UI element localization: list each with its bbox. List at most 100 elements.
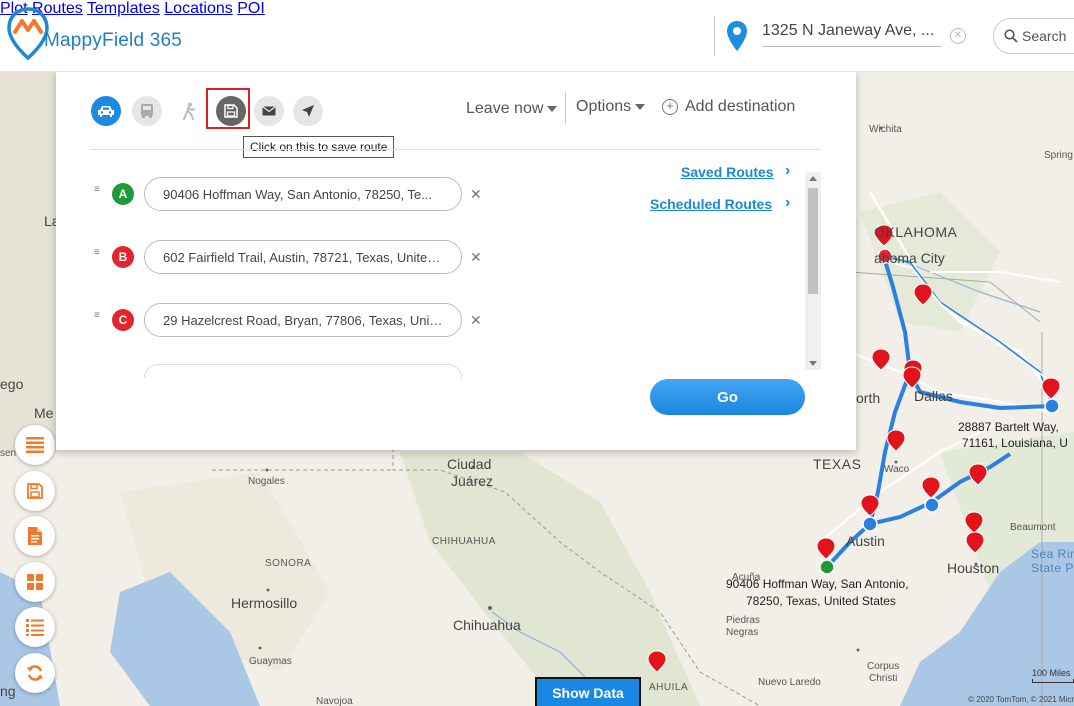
- checklist-icon: [26, 619, 44, 636]
- clear-location-icon[interactable]: ✕: [950, 28, 966, 44]
- map-scale-bar: [1032, 679, 1074, 683]
- stops-scrollbar[interactable]: [805, 172, 821, 370]
- map-label-chihuahua-state: CHIHUAHUA: [432, 536, 496, 547]
- options-label: Options: [576, 98, 632, 115]
- map-label-sonora: SONORA: [265, 558, 312, 569]
- map-label-piedras: Piedras: [726, 615, 760, 626]
- remove-stop-icon[interactable]: ✕: [470, 186, 482, 203]
- map-label-sen: sen: [0, 448, 17, 459]
- navigate-button[interactable]: [293, 96, 323, 126]
- search-icon: [1004, 29, 1018, 43]
- map-label-beaumont: Beaumont: [1010, 522, 1056, 533]
- stop-badge: C: [112, 309, 134, 331]
- map-label-juarez: Juárez: [451, 473, 494, 489]
- remove-stop-icon[interactable]: ✕: [470, 249, 482, 266]
- walk-mode-button[interactable]: [174, 96, 204, 126]
- chevron-right-icon: ›: [785, 162, 791, 179]
- map-label-ng: ng: [0, 683, 16, 699]
- map-label-ego: ego: [0, 376, 24, 392]
- map-label-corpus: Corpus: [867, 661, 900, 672]
- map-label-austin: Austin: [846, 533, 885, 549]
- nav-poi[interactable]: POI: [237, 0, 265, 17]
- checklist-button[interactable]: [15, 607, 55, 647]
- map-label-me: Me: [34, 405, 54, 421]
- stop-address-text: 29 Hazelcrest Road, Bryan, 77806, Texas,…: [163, 312, 443, 328]
- stop-row: ≡ B 602 Fairfield Trail, Austin, 78721, …: [94, 240, 482, 274]
- app-logo[interactable]: MappyField 365: [6, 6, 182, 62]
- map-credits: © 2020 TomTom, © 2021 Micr: [968, 695, 1074, 704]
- save-route-highlight: [206, 88, 250, 129]
- refresh-button[interactable]: [15, 653, 55, 693]
- map-label-fort-worth: orth: [856, 390, 881, 406]
- map-label-guaymas: Guaymas: [249, 656, 292, 667]
- car-icon: [98, 106, 114, 117]
- map-label-nuevo-laredo: Nuevo Laredo: [758, 677, 821, 688]
- options-divider: [565, 92, 566, 124]
- caret-down-icon: [635, 103, 646, 110]
- remove-stop-icon[interactable]: ✕: [470, 312, 482, 329]
- map-label-ciudad: Ciudad: [447, 456, 492, 472]
- email-route-button[interactable]: [254, 96, 284, 126]
- app-name: MappyField 365: [44, 30, 182, 51]
- map-label-sea-rim: Sea Rim: [1031, 547, 1074, 561]
- map-label-san-antonio-address-1: 90406 Hoffman Way, San Antonio,: [726, 577, 909, 591]
- search-input[interactable]: Search: [993, 18, 1074, 54]
- map-label-hermosillo: Hermosillo: [231, 595, 298, 611]
- walking-person-icon: [183, 102, 195, 120]
- stop-address-text: 602 Fairfield Trail, Austin, 78721, Texa…: [163, 249, 443, 265]
- map-label-coahuila: AHUILA: [649, 682, 689, 693]
- map-label-state-park: State Pa: [1031, 561, 1074, 575]
- stop-address-input[interactable]: 90406 Hoffman Way, San Antonio, 78250, T…: [144, 177, 462, 211]
- panel-divider: [90, 149, 821, 150]
- drag-handle-icon[interactable]: ≡: [94, 247, 108, 257]
- list-icon: [26, 437, 44, 453]
- grid-view-button[interactable]: [15, 562, 55, 602]
- map-label-springfield: Spring: [1044, 150, 1073, 161]
- next-stop-input-partial[interactable]: [144, 364, 462, 378]
- drag-handle-icon[interactable]: ≡: [94, 184, 108, 194]
- map-label-shreveport-address-1: 28887 Bartelt Way,: [958, 420, 1059, 434]
- top-bar: MappyField 365 Plot Routes Templates Loc…: [0, 0, 1074, 72]
- save-route-tooltip: Click on this to save route: [243, 136, 395, 158]
- save-tool-button[interactable]: [15, 471, 55, 511]
- scroll-up-arrow-icon[interactable]: [809, 176, 817, 181]
- location-input[interactable]: 1325 N Janeway Ave, ...: [762, 22, 942, 47]
- map-label-navojoa: Navojoa: [316, 696, 353, 706]
- caret-down-icon: [547, 105, 558, 112]
- map-label-nogales: Nogales: [248, 476, 285, 487]
- envelope-icon: [262, 106, 276, 116]
- saved-routes-link[interactable]: Saved Routes: [681, 164, 774, 180]
- map-scale-label: 100 Miles: [1032, 668, 1071, 678]
- list-view-button[interactable]: [15, 425, 55, 465]
- stop-address-text: 90406 Hoffman Way, San Antonio, 78250, T…: [163, 186, 433, 202]
- map-label-waco: Waco: [884, 464, 910, 475]
- stop-address-input[interactable]: 602 Fairfield Trail, Austin, 78721, Texa…: [144, 240, 462, 274]
- map-label-negras: Negras: [726, 627, 759, 638]
- map-label-oklahoma-city: ahoma City: [874, 250, 945, 266]
- scheduled-routes-link[interactable]: Scheduled Routes: [650, 196, 772, 212]
- document-button[interactable]: [15, 516, 55, 556]
- go-button[interactable]: Go: [650, 379, 805, 415]
- drag-handle-icon[interactable]: ≡: [94, 310, 108, 320]
- map-label-houston: Houston: [947, 560, 1000, 576]
- map-label-dallas: Dallas: [914, 388, 953, 404]
- transit-mode-button[interactable]: [132, 96, 162, 126]
- options-dropdown[interactable]: Options: [576, 98, 646, 116]
- leave-now-dropdown[interactable]: Leave now: [466, 100, 558, 118]
- header-divider: [714, 16, 715, 56]
- stop-address-input[interactable]: 29 Hazelcrest Road, Bryan, 77806, Texas,…: [144, 303, 462, 337]
- map-label-san-antonio-address-2: 78250, Texas, United States: [746, 594, 896, 608]
- drive-mode-button[interactable]: [91, 96, 121, 126]
- map-label-oklahoma: OKLAHOMA: [874, 224, 958, 240]
- bus-icon: [141, 104, 153, 118]
- search-placeholder: Search: [1022, 28, 1067, 44]
- show-data-button[interactable]: Show Data: [535, 677, 641, 706]
- stop-row: ≡ A 90406 Hoffman Way, San Antonio, 7825…: [94, 177, 482, 211]
- scroll-down-arrow-icon[interactable]: [809, 361, 817, 366]
- stop-badge: B: [112, 246, 134, 268]
- scrollbar-thumb[interactable]: [808, 188, 818, 294]
- floppy-disk-icon: [27, 483, 43, 499]
- map-label-christi: Christi: [869, 673, 898, 684]
- add-destination-button[interactable]: + Add destination: [662, 98, 795, 116]
- stop-row: ≡ C 29 Hazelcrest Road, Bryan, 77806, Te…: [94, 303, 482, 337]
